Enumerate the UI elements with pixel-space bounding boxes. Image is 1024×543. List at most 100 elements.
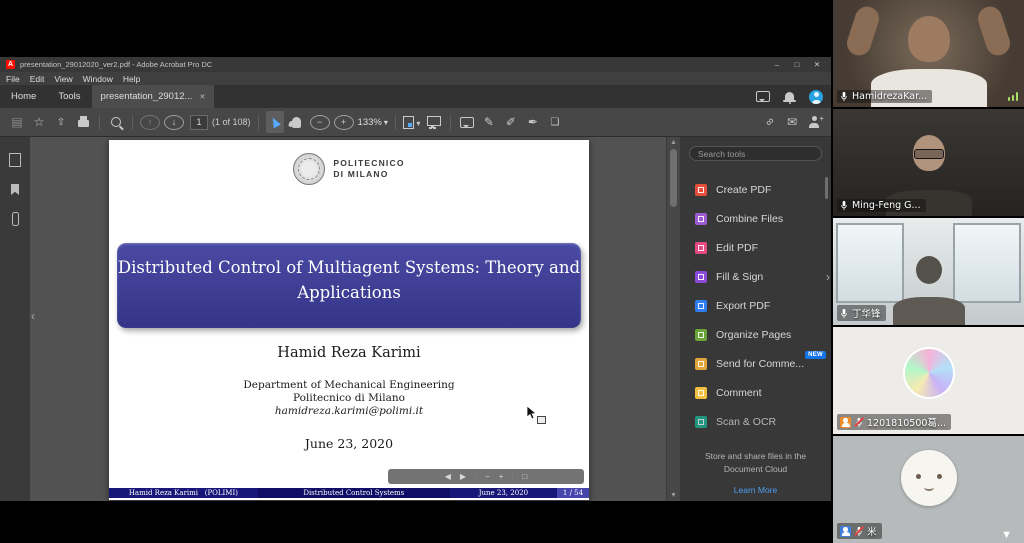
attachments-icon[interactable] (12, 212, 19, 226)
tool-organize-pages[interactable]: Organize Pages (680, 320, 831, 349)
participant-name: Ming-Feng G... (852, 200, 921, 211)
participant-name: HamidrezaKar... (852, 91, 927, 102)
tab-close-icon[interactable] (199, 91, 205, 102)
combine-files-icon (695, 213, 707, 225)
page-number-input[interactable] (190, 115, 208, 130)
participant-tile-4[interactable]: 1201810500葛... (833, 327, 1024, 434)
close-button[interactable] (807, 57, 827, 72)
tab-home[interactable]: Home (0, 85, 47, 108)
screen-icon (427, 116, 441, 126)
hud-previous-page-button[interactable] (445, 472, 451, 481)
comment-icon (695, 387, 707, 399)
minimize-button[interactable] (767, 57, 787, 72)
floating-page-toolbar (388, 469, 584, 484)
share-with-others-button[interactable]: + (805, 111, 823, 133)
pencil-tool-button[interactable] (480, 111, 498, 133)
zoom-level-value: 133% (358, 117, 382, 128)
menu-edit[interactable]: Edit (30, 74, 45, 84)
print-icon (78, 120, 89, 127)
document-scrollbar[interactable] (666, 137, 680, 501)
page-display-dropdown[interactable] (403, 111, 421, 133)
window-title: presentation_29012020_ver2.pdf - Adobe A… (20, 60, 212, 69)
comment-tool-button[interactable] (458, 111, 476, 133)
send-for-comments-icon (695, 358, 707, 370)
bookmarks-icon[interactable] (11, 184, 19, 195)
footline-title: Distributed Control Systems (258, 488, 450, 498)
search-tools-input[interactable] (689, 146, 822, 161)
participant-name: 1201810500葛... (867, 415, 946, 429)
select-tool-button[interactable] (266, 111, 284, 133)
participant-name: 丁华锋 (852, 306, 881, 320)
notifications-bell-icon[interactable] (785, 92, 794, 100)
collapse-strip-arrow-icon[interactable] (1001, 529, 1012, 541)
participant-tile-2[interactable]: Ming-Feng G... (833, 109, 1024, 216)
tool-export-pdf[interactable]: Export PDF (680, 291, 831, 320)
menu-file[interactable]: File (6, 74, 20, 84)
save-button[interactable] (8, 111, 26, 133)
maximize-button[interactable] (787, 57, 807, 72)
logo-line2: DI MILANO (333, 169, 404, 180)
highlighter-tool-button[interactable] (502, 111, 520, 133)
hand-icon (292, 117, 301, 128)
page-thumbnails-icon[interactable] (9, 153, 21, 167)
share-file-button[interactable] (52, 111, 70, 133)
learn-more-link[interactable]: Learn More (680, 485, 831, 495)
sign-tool-button[interactable] (524, 111, 542, 133)
tool-fill-sign[interactable]: Fill & Sign (680, 262, 831, 291)
hud-zoom-out-button[interactable] (485, 472, 490, 481)
page-view-icon (403, 116, 414, 129)
title-bar[interactable]: presentation_29012020_ver2.pdf - Adobe A… (0, 57, 831, 72)
hud-zoom-in-button[interactable] (499, 472, 504, 481)
tab-document[interactable]: presentation_29012... (92, 85, 215, 108)
feedback-bubble-icon[interactable] (756, 91, 770, 102)
menu-view[interactable]: View (54, 74, 72, 84)
send-email-button[interactable] (783, 111, 801, 133)
participant-tile-1[interactable]: HamidrezaKar... (833, 0, 1024, 107)
menu-bar: File Edit View Window Help (0, 72, 831, 85)
print-button[interactable] (74, 111, 92, 133)
logo-line1: POLITECNICO (333, 158, 404, 169)
more-tools-button[interactable] (546, 111, 564, 133)
participant-role-icon (840, 526, 851, 537)
scrollbar-thumb[interactable] (670, 149, 677, 207)
tool-send-for-comments[interactable]: Send for Comme... NEW (680, 349, 831, 378)
participant-name-label: 米 (837, 523, 882, 539)
chevron-down-icon (414, 115, 420, 129)
tab-tools[interactable]: Tools (47, 85, 91, 108)
tool-comment[interactable]: Comment (680, 378, 831, 407)
slide-footline: Hamid Reza Karimi (POLIMI) Distributed C… (109, 488, 589, 498)
favorites-star-button[interactable] (30, 111, 48, 133)
hud-fit-page-button[interactable] (522, 472, 527, 481)
pointer-arrow-icon (269, 116, 281, 129)
previous-page-button[interactable] (140, 115, 160, 130)
organize-pages-icon (695, 329, 707, 341)
tab-bar: Home Tools presentation_29012... (0, 85, 831, 108)
collapse-left-panel-chevron-icon[interactable] (31, 309, 35, 323)
zoom-out-button[interactable] (310, 115, 330, 130)
tool-scan-ocr[interactable]: Scan & OCR (680, 407, 831, 436)
mic-icon (840, 91, 848, 102)
document-view[interactable]: POLITECNICO DI MILANO Distributed Contro… (30, 137, 680, 501)
zoom-level-dropdown[interactable]: 133% (358, 111, 388, 133)
participant-tile-5[interactable]: 米 (833, 436, 1024, 543)
menu-window[interactable]: Window (83, 74, 113, 84)
participant-video-strip: HamidrezaKar... Ming-Feng G... 丁华锋 12018… (833, 0, 1024, 543)
tool-create-pdf[interactable]: Create PDF (680, 175, 831, 204)
scroll-down-arrow-icon[interactable] (670, 492, 677, 499)
account-avatar[interactable] (809, 90, 823, 104)
menu-help[interactable]: Help (123, 74, 140, 84)
tool-edit-pdf[interactable]: Edit PDF (680, 233, 831, 262)
mouse-cursor (526, 405, 537, 423)
participant-role-icon (840, 417, 851, 428)
tool-combine-files[interactable]: Combine Files (680, 204, 831, 233)
share-link-button[interactable] (756, 108, 784, 136)
scroll-up-arrow-icon[interactable] (670, 139, 677, 146)
hud-next-page-button[interactable] (460, 472, 466, 481)
zoom-in-button[interactable] (334, 115, 354, 130)
next-page-button[interactable] (164, 115, 184, 130)
find-button[interactable] (107, 111, 125, 133)
hand-tool-button[interactable] (288, 111, 306, 133)
presentation-mode-button[interactable] (425, 111, 443, 133)
main-toolbar: (1 of 108) 133% + (0, 108, 831, 137)
participant-tile-3[interactable]: 丁华锋 (833, 218, 1024, 325)
